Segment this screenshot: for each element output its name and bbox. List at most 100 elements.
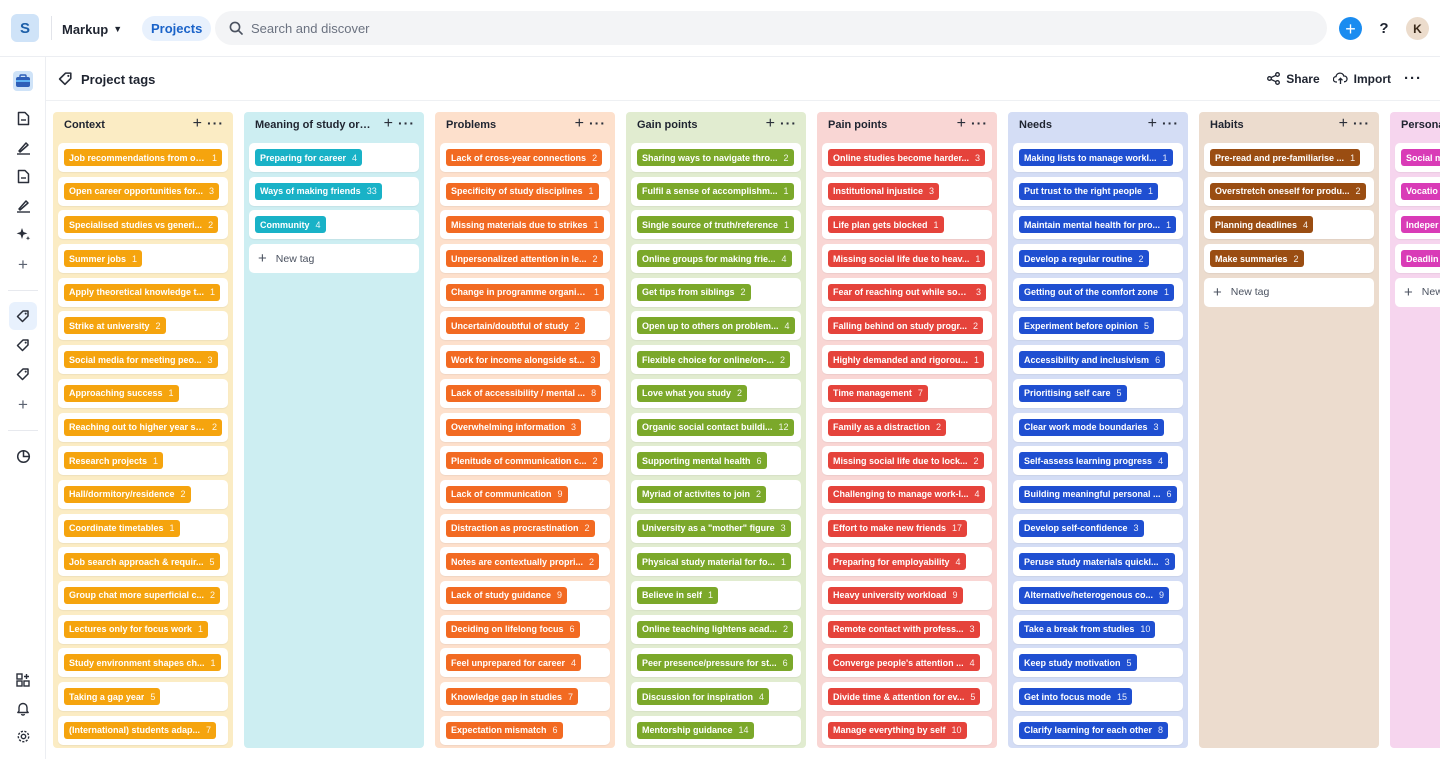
tag-card[interactable]: Feel unprepared for career 4 — [440, 648, 610, 678]
tag-chip[interactable]: Lack of study guidance 9 — [446, 586, 568, 604]
tag-chip[interactable]: Fulfil a sense of accomplishm... 1 — [637, 182, 794, 200]
tag-chip[interactable]: Falling behind on study progr... 2 — [828, 317, 984, 335]
tag-card[interactable]: Self-assess learning progress 4 — [1013, 446, 1183, 476]
tag-chip[interactable]: Peruse study materials quickl... 3 — [1019, 553, 1175, 571]
help-button[interactable]: ? — [1374, 18, 1394, 38]
tag-card[interactable]: Overstretch oneself for produ... 2 — [1204, 176, 1374, 206]
tag-card[interactable]: Study environment shapes ch... 1 — [58, 648, 228, 678]
tag-chip[interactable]: Planning deadlines 4 — [1210, 216, 1314, 234]
column-more-button[interactable]: ··· — [971, 115, 988, 131]
tag-card[interactable]: Online studies become harder... 3 — [822, 143, 992, 172]
app-logo[interactable]: S — [11, 14, 39, 42]
new-tag-button[interactable]: + New tag — [1395, 277, 1440, 307]
column-title[interactable]: Gain points — [637, 119, 698, 131]
column-more-button[interactable]: ··· — [589, 115, 606, 131]
tag-card[interactable]: Develop self-confidence 3 — [1013, 513, 1183, 543]
tag-chip[interactable]: Overwhelming information 3 — [446, 418, 582, 436]
tag-chip[interactable]: Specialised studies vs generi... 2 — [64, 216, 219, 234]
rail-item-highlights[interactable] — [9, 133, 37, 161]
tag-chip[interactable]: Pre-read and pre-familiarise ... 1 — [1210, 149, 1361, 166]
tag-chip[interactable]: Deadlin — [1401, 250, 1440, 268]
tag-card[interactable]: Deciding on lifelong focus 6 — [440, 614, 610, 644]
tag-chip[interactable]: Preparing for career 4 — [255, 149, 363, 166]
tag-card[interactable]: Lectures only for focus work 1 — [58, 614, 228, 644]
rail-item-ai[interactable] — [9, 220, 37, 248]
tag-chip[interactable]: Single source of truth/reference 1 — [637, 216, 795, 234]
tag-chip[interactable]: Building meaningful personal ... 6 — [1019, 485, 1177, 503]
tag-chip[interactable]: Online teaching lightens acad... 2 — [637, 620, 794, 638]
tag-chip[interactable]: (International) students adap... 7 — [64, 721, 217, 739]
tag-chip[interactable]: Summer jobs 1 — [64, 250, 143, 268]
tag-card[interactable]: Distraction as procrastination 2 — [440, 513, 610, 543]
tag-card[interactable]: Sharing ways to navigate thro... 2 — [631, 143, 801, 172]
tag-card[interactable]: Overwhelming information 3 — [440, 412, 610, 442]
tag-chip[interactable]: Research projects 1 — [64, 452, 164, 470]
tag-chip[interactable]: Lack of cross-year connections 2 — [446, 149, 603, 166]
rail-item-tags-3[interactable] — [9, 360, 37, 388]
column-more-button[interactable]: ··· — [780, 115, 797, 131]
add-tag-button[interactable]: + — [193, 116, 202, 132]
tag-card[interactable]: Group chat more superficial c... 2 — [58, 580, 228, 610]
tag-chip[interactable]: Knowledge gap in studies 7 — [446, 688, 579, 705]
tag-chip[interactable]: Getting out of the comfort zone 1 — [1019, 283, 1175, 301]
tag-chip[interactable]: Preparing for employability 4 — [828, 553, 966, 571]
column-title[interactable]: Persona — [1401, 119, 1440, 131]
tag-chip[interactable]: Vocatio — [1401, 182, 1440, 200]
tag-card[interactable]: Lack of study guidance 9 — [440, 580, 610, 610]
tag-chip[interactable]: Get tips from siblings 2 — [637, 283, 751, 301]
column-more-button[interactable]: ··· — [398, 115, 415, 131]
column-title[interactable]: Needs — [1019, 119, 1052, 131]
tag-chip[interactable]: Make summaries 2 — [1210, 250, 1304, 268]
add-tag-button[interactable]: + — [1339, 116, 1348, 132]
rail-item-tags-2[interactable] — [9, 331, 37, 359]
tag-card[interactable]: Taking a gap year 5 — [58, 682, 228, 711]
tag-chip[interactable]: Experiment before opinion 5 — [1019, 317, 1155, 335]
tag-card[interactable]: Reaching out to higher year st... 2 — [58, 412, 228, 442]
tag-card[interactable]: Accessibility and inclusivism 6 — [1013, 345, 1183, 375]
tag-chip[interactable]: Missing social life due to heav... 1 — [828, 250, 986, 268]
search-input[interactable] — [251, 20, 1151, 36]
tag-card[interactable]: Change in programme organis... 1 — [440, 277, 610, 307]
tag-card[interactable]: Family as a distraction 2 — [822, 412, 992, 442]
tag-chip[interactable]: Develop self-confidence 3 — [1019, 519, 1144, 537]
tag-chip[interactable]: Organic social contact buildi... 12 — [637, 418, 794, 436]
tag-card[interactable]: Notes are contextually propri... 2 — [440, 547, 610, 577]
tag-chip[interactable]: Manage everything by self 10 — [828, 721, 967, 739]
tag-card[interactable]: Divide time & attention for ev... 5 — [822, 682, 992, 711]
tag-card[interactable]: Peer presence/pressure for st... 6 — [631, 648, 801, 678]
tag-chip[interactable]: Community 4 — [255, 216, 326, 234]
rail-item-settings[interactable] — [9, 722, 37, 750]
tag-card[interactable]: Clarify learning for each other 8 — [1013, 715, 1183, 745]
tag-chip[interactable]: Peer presence/pressure for st... 6 — [637, 654, 793, 672]
add-tag-button[interactable]: + — [1148, 116, 1157, 132]
tag-chip[interactable]: Notes are contextually propri... 2 — [446, 553, 600, 571]
tag-card[interactable]: Time management 7 — [822, 378, 992, 408]
projects-button[interactable]: Projects — [142, 16, 212, 41]
tag-chip[interactable]: Flexible choice for online/on-... 2 — [637, 351, 791, 369]
tag-chip[interactable]: Uncertain/doubtful of study 2 — [446, 317, 585, 335]
tag-card[interactable]: Approaching success 1 — [58, 378, 228, 408]
tag-chip[interactable]: Supporting mental health 6 — [637, 452, 767, 470]
tag-card[interactable]: Remote contact with profess... 3 — [822, 614, 992, 644]
tag-card[interactable]: Specialised studies vs generi... 2 — [58, 210, 228, 240]
tag-card[interactable]: Flexible choice for online/on-... 2 — [631, 345, 801, 375]
tag-chip[interactable]: Missing materials due to strikes 1 — [446, 216, 604, 234]
tag-card[interactable]: Uncertain/doubtful of study 2 — [440, 311, 610, 341]
tag-chip[interactable]: Heavy university workload 9 — [828, 586, 963, 604]
tag-card[interactable]: Unpersonalized attention in le... 2 — [440, 244, 610, 274]
column-more-button[interactable]: ··· — [1162, 115, 1179, 131]
tag-chip[interactable]: Highly demanded and rigorou... 1 — [828, 351, 985, 369]
tag-card[interactable]: Take a break from studies 10 — [1013, 614, 1183, 644]
add-tag-button[interactable]: + — [575, 116, 584, 132]
tag-chip[interactable]: Accessibility and inclusivism 6 — [1019, 351, 1166, 369]
tag-card[interactable]: Hall/dormitory/residence 2 — [58, 479, 228, 509]
rail-item-apps[interactable] — [9, 666, 37, 694]
tag-card[interactable]: Community 4 — [249, 210, 419, 240]
tag-chip[interactable]: Lack of communication 9 — [446, 485, 568, 503]
tag-chip[interactable]: Change in programme organis... 1 — [446, 283, 604, 301]
tag-card[interactable]: Knowledge gap in studies 7 — [440, 682, 610, 711]
import-button[interactable]: Import — [1332, 72, 1391, 86]
tag-chip[interactable]: Feel unprepared for career 4 — [446, 654, 582, 672]
tag-chip[interactable]: Ways of making friends 33 — [255, 182, 382, 200]
tag-card[interactable]: Social media for meeting peo... 3 — [58, 345, 228, 375]
